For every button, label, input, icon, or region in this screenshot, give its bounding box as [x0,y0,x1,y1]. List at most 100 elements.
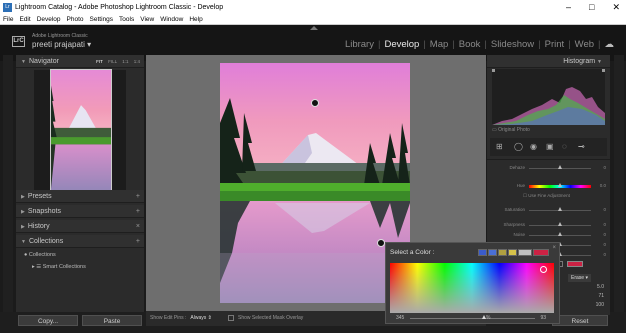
presets-header[interactable]: ▶ Presets + [16,190,144,203]
menu-window[interactable]: Window [160,16,183,23]
mask-overlay-label: Show Selected Mask Overlay [238,315,304,321]
lightroom-app-icon: Lr [3,2,12,12]
graduated-filter-icon[interactable]: ▣ [546,142,554,151]
hue-value: 345 [396,315,405,321]
collections-header[interactable]: ▼ Collections + [16,235,144,248]
slider-knob[interactable] [557,165,562,169]
color-picker-title: Select a Color : [390,249,435,256]
spot-removal-icon[interactable]: ◯ [514,142,523,151]
zoom-1-1[interactable]: 1:1 [122,59,128,64]
color-spectrum[interactable] [390,263,554,313]
menu-edit[interactable]: Edit [19,16,30,23]
left-panel-grip[interactable] [3,55,13,325]
navigator-zoom-options: FIT FILL 1:1 1:4 [92,55,140,68]
original-photo-label: ▭ Original Photo [492,127,530,133]
adjustment-brush-icon[interactable]: ⊸ [578,142,585,151]
slider-knob[interactable] [557,232,562,236]
menu-develop[interactable]: Develop [37,16,61,23]
zoom-1-4[interactable]: 1:4 [134,59,140,64]
snapshots-header[interactable]: ▶ Snapshots + [16,205,144,218]
module-web[interactable]: Web [571,39,598,50]
triangle-right-icon: ▶ [21,194,25,200]
copy-button[interactable]: Copy... [18,315,78,326]
selected-color-swatch[interactable] [567,261,583,267]
mask-overlay-checkbox[interactable] [228,315,234,321]
minimize-button[interactable]: – [566,2,571,12]
module-library[interactable]: Library [341,39,378,50]
menu-settings[interactable]: Settings [90,16,114,23]
add-preset-icon[interactable]: + [136,190,140,203]
triangle-down-icon: ▼ [21,59,26,65]
saturation-slider[interactable] [410,318,535,319]
menu-help[interactable]: Help [189,16,202,23]
add-snapshot-icon[interactable]: + [136,205,140,218]
triangle-right-icon: ▶ [21,209,25,215]
navigator-thumbnail [50,69,112,195]
color-swatch[interactable] [508,249,517,256]
triangle-down-icon: ▼ [21,239,26,245]
smart-collections-item[interactable]: ▸ ☰ Smart Collections [32,264,86,270]
slider-knob[interactable] [557,222,562,226]
histogram-header[interactable]: Histogram ▼ [487,55,610,68]
color-swatch[interactable] [518,249,532,256]
adjustment-pin[interactable] [377,239,385,247]
window-controls: – □ ✕ [566,0,620,14]
cloud-icon[interactable]: ☁ [601,39,619,50]
color-swatch[interactable] [478,249,487,256]
module-map[interactable]: Map [426,39,452,50]
menu-bar: File Edit Develop Photo Settings Tools V… [0,14,626,25]
adjustment-pin[interactable] [311,99,319,107]
use-fine-adjustment-checkbox[interactable]: ☐ Use Fine Adjustment [523,193,570,199]
history-header[interactable]: ▶ History × [16,220,144,233]
module-picker: Library | Develop | Map | Book | Slideshow | … [341,39,618,50]
maximize-button[interactable]: □ [589,2,594,12]
menu-tools[interactable]: Tools [119,16,134,23]
slider-hue[interactable]: Hue 0.0 [487,181,610,191]
slider-dehaze[interactable]: Dehaze 0 [487,163,610,173]
percent-label: % [486,315,491,321]
menu-view[interactable]: View [140,16,154,23]
histogram [492,69,605,125]
lightroom-window: { "window": { "title": "Lightroom Catalo… [0,0,626,333]
right-panel-grip[interactable] [614,55,624,325]
crop-icon[interactable]: ⊞ [496,142,503,151]
product-name: Adobe Lightroom Classic [32,33,88,39]
slider-saturation[interactable]: Saturation 0 [487,205,610,215]
red-eye-icon[interactable]: ◉ [530,142,537,151]
user-name[interactable]: preeti prajapati ▾ [32,40,91,49]
slider-sharpness[interactable]: Sharpness 0 [487,220,610,230]
menu-photo[interactable]: Photo [67,16,84,23]
module-slideshow[interactable]: Slideshow [487,39,538,50]
radial-filter-icon[interactable]: ◌ [562,142,567,151]
menu-file[interactable]: File [3,16,13,23]
color-cursor[interactable] [540,266,547,273]
paste-button[interactable]: Paste [82,315,142,326]
color-swatch[interactable] [533,249,549,256]
erase-tab[interactable]: Erase ▾ [568,274,591,282]
collection-item[interactable]: ● Collections [24,252,56,258]
slider-noise[interactable]: Noise 0 [487,230,610,240]
show-edit-pins[interactable]: Show Edit Pins : Always ⇕ [150,315,212,321]
zoom-fill[interactable]: FILL [108,59,117,64]
module-print[interactable]: Print [541,39,569,50]
zoom-fit[interactable]: FIT [96,59,103,64]
module-develop[interactable]: Develop [380,39,423,50]
slider-knob[interactable] [557,183,562,187]
color-swatch[interactable] [488,249,497,256]
clear-history-icon[interactable]: × [136,220,140,233]
top-panel-toggle-icon[interactable] [310,26,318,30]
navigator-header[interactable]: ▼ Navigator FIT FILL 1:1 1:4 [16,55,144,68]
module-book[interactable]: Book [455,39,485,50]
close-icon[interactable]: × [552,245,556,251]
develop-tool-strip: ⊞ ◯ ◉ ▣ ◌ ⊸ [490,138,607,156]
reset-button[interactable]: Reset [552,315,608,326]
navigator-preview[interactable] [34,69,126,195]
add-collection-icon[interactable]: + [136,235,140,248]
saturation-row: 345 % 93 [390,314,556,323]
color-swatch[interactable] [498,249,507,256]
close-button[interactable]: ✕ [612,2,620,13]
window-title: Lightroom Catalog - Adobe Photoshop Ligh… [15,3,224,11]
saturation-value: 93 [540,315,546,321]
left-panel: ▼ Navigator FIT FILL 1:1 1:4 ▶ Presets +… [16,55,144,315]
slider-knob[interactable] [557,207,562,211]
